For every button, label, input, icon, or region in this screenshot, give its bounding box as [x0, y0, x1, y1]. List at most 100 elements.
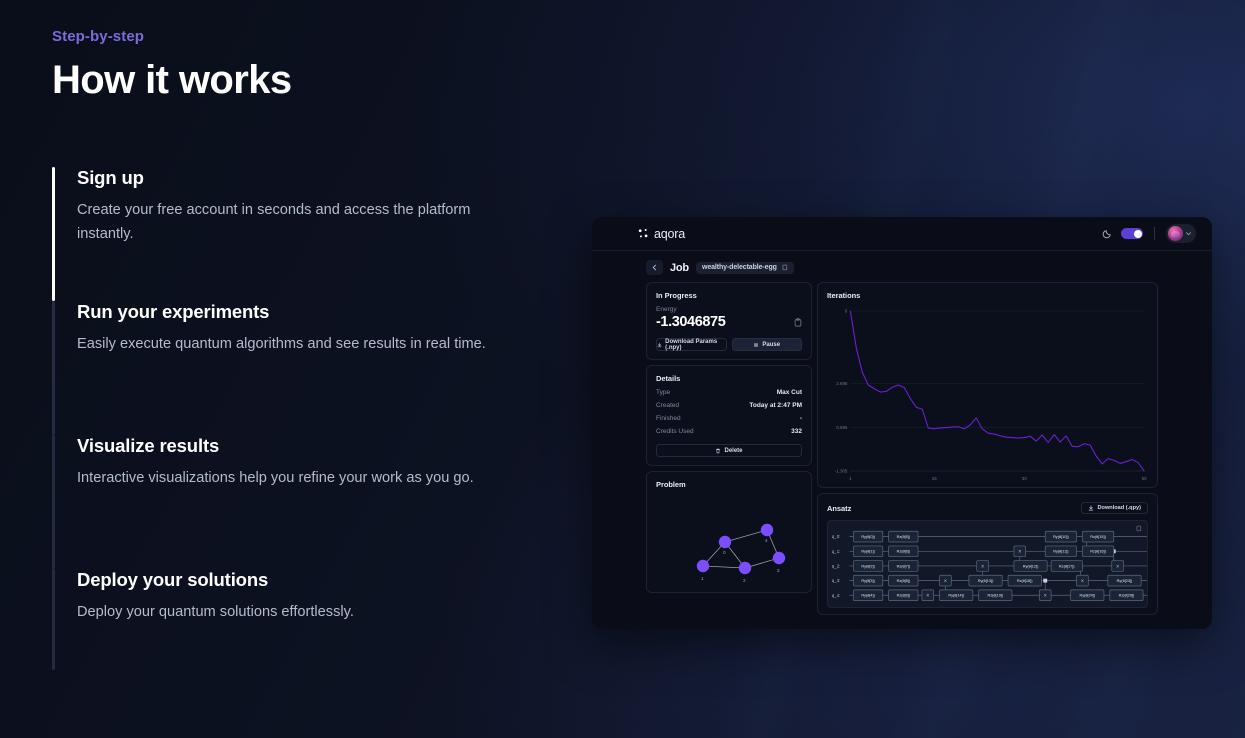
- detail-key: Finished: [656, 415, 681, 422]
- right-column: Iterations 6 2.695 0.695 -1.305 1 15 30 50 Ansa…: [817, 282, 1158, 620]
- aqora-logo-icon: [638, 229, 648, 238]
- download-icon: [657, 342, 662, 347]
- step-rail: [52, 301, 55, 435]
- svg-text:Ry(θ[1]): Ry(θ[1]): [861, 550, 875, 554]
- copy-icon[interactable]: [782, 264, 788, 271]
- left-column: In Progress Energy -1.3046875 Download P…: [646, 282, 812, 620]
- job-id-pill[interactable]: wealthy-delectable-egg: [695, 261, 794, 274]
- step-rail: [52, 435, 55, 569]
- svg-text:Rz(θ[16]): Rz(θ[16]): [1090, 550, 1106, 554]
- svg-text:Rz(θ[17]): Rz(θ[17]): [1059, 564, 1075, 568]
- detail-row: Credits Used 332: [656, 428, 802, 435]
- svg-text:Ry(θ[0]): Ry(θ[0]): [861, 535, 875, 539]
- ansatz-header: Ansatz Download (.qpy): [827, 502, 1148, 514]
- svg-text:Ry(θ[3]): Ry(θ[3]): [861, 579, 875, 583]
- svg-text:q_0:: q_0:: [832, 534, 840, 539]
- download-qpy-button[interactable]: Download (.qpy): [1081, 502, 1148, 514]
- svg-text:Ry(θ[23]): Ry(θ[23]): [1117, 579, 1133, 583]
- energy-row: -1.3046875: [656, 314, 802, 330]
- steps-list: Sign up Create your free account in seco…: [52, 167, 522, 670]
- step-item-sign-up[interactable]: Sign up Create your free account in seco…: [52, 167, 522, 301]
- section-eyebrow: Step-by-step: [52, 28, 145, 45]
- graph-node-label-3: 3: [777, 568, 780, 573]
- svg-text:X: X: [1019, 550, 1022, 554]
- ansatz-card: Ansatz Download (.qpy) q_0: q_1: q_2: q_3: q…: [817, 493, 1158, 615]
- delete-label: Delete: [724, 447, 743, 454]
- in-progress-title: In Progress: [656, 291, 697, 300]
- theme-toggle[interactable]: [1121, 228, 1143, 239]
- svg-text:X: X: [944, 579, 947, 583]
- svg-text:Rz(θ[5]): Rz(θ[5]): [897, 535, 911, 539]
- detail-key: Credits Used: [656, 428, 694, 435]
- energy-label: Energy: [656, 306, 677, 313]
- breadcrumb-label: Job: [670, 261, 689, 274]
- svg-text:Rz(θ[9]): Rz(θ[9]): [897, 594, 911, 598]
- iterations-chart[interactable]: 6 2.695 0.695 -1.305 1 15 30 50: [827, 305, 1148, 487]
- arrow-left-icon: [652, 264, 656, 271]
- chevron-down-icon: [1185, 232, 1192, 236]
- svg-text:Ry(θ[13]): Ry(θ[13]): [978, 579, 994, 583]
- svg-text:Rz(θ[29]): Rz(θ[29]): [1119, 594, 1135, 598]
- iterations-title: Iterations: [827, 291, 861, 300]
- svg-text:q_1:: q_1:: [832, 549, 840, 554]
- graph-node-4: [760, 523, 774, 537]
- svg-text:1: 1: [849, 476, 852, 481]
- back-button[interactable]: [646, 260, 663, 275]
- graph-node-0: [718, 535, 732, 549]
- step-title: Sign up: [77, 167, 144, 188]
- svg-text:0.695: 0.695: [836, 425, 848, 430]
- in-progress-card: In Progress Energy -1.3046875 Download P…: [646, 282, 812, 360]
- pause-label: Pause: [762, 341, 781, 348]
- step-title: Run your experiments: [77, 301, 270, 322]
- svg-text:Rz(θ[6]): Rz(θ[6]): [897, 550, 911, 554]
- graph-node-label-0: 0: [723, 550, 726, 555]
- copy-icon[interactable]: [1136, 525, 1142, 532]
- pause-button[interactable]: Pause: [731, 338, 802, 351]
- step-item-visualize-results[interactable]: Visualize results Interactive visualizat…: [52, 435, 522, 569]
- avatar: [1168, 226, 1183, 241]
- svg-text:Ry(θ[12]): Ry(θ[12]): [1023, 564, 1039, 568]
- step-item-run-your-experiments[interactable]: Run your experiments Easily execute quan…: [52, 301, 522, 435]
- svg-text:Rz(θ[18]): Rz(θ[18]): [1017, 579, 1033, 583]
- download-params-button[interactable]: Download Params (.npy): [656, 338, 727, 351]
- graph-node-2: [738, 561, 752, 575]
- moon-icon: [1102, 230, 1111, 239]
- problem-title: Problem: [656, 480, 686, 489]
- graph-node-label-4: 4: [765, 538, 768, 543]
- svg-text:X: X: [1044, 594, 1047, 598]
- step-item-deploy-your-solutions[interactable]: Deploy your solutions Deploy your quantu…: [52, 569, 522, 670]
- app-screenshot-panel: aqora Job wealthy-delectable-egg In Prog…: [592, 217, 1212, 629]
- step-description: Interactive visualizations help you refi…: [77, 470, 474, 487]
- in-progress-actions: Download Params (.npy) Pause: [656, 338, 802, 351]
- detail-row: Type Max Cut: [656, 389, 802, 396]
- details-title: Details: [656, 374, 681, 383]
- graph-node-1: [696, 559, 710, 573]
- svg-text:Ry(θ[10]): Ry(θ[10]): [1053, 535, 1069, 539]
- ansatz-title: Ansatz: [827, 503, 852, 513]
- delete-button[interactable]: Delete: [656, 444, 802, 457]
- problem-graph[interactable]: 0 1 2 3 4: [689, 514, 794, 586]
- svg-text:Ry(θ[14]): Ry(θ[14]): [948, 594, 964, 598]
- user-menu[interactable]: [1166, 224, 1196, 243]
- step-description: Create your free account in seconds and …: [77, 202, 471, 242]
- svg-text:Rz(θ[7]): Rz(θ[7]): [897, 564, 911, 568]
- svg-text:Rz(θ[15]): Rz(θ[15]): [1090, 535, 1106, 539]
- graph-node-label-1: 1: [701, 576, 704, 581]
- app-brand[interactable]: aqora: [638, 227, 685, 241]
- graph-node-label-2: 2: [743, 578, 746, 583]
- svg-text:X: X: [981, 564, 984, 568]
- detail-value: 332: [791, 428, 802, 435]
- step-description: Deploy your quantum solutions effortless…: [77, 604, 354, 621]
- circuit-diagram[interactable]: q_0: q_1: q_2: q_3: q_4: Ry(θ[0]) Rz(θ[5]) Ry(θ…: [827, 520, 1148, 608]
- svg-text:Ry(θ[11]): Ry(θ[11]): [1053, 550, 1069, 554]
- download-qpy-label: Download (.qpy): [1097, 505, 1141, 511]
- svg-text:2.695: 2.695: [836, 381, 848, 386]
- svg-text:q_4:: q_4:: [832, 593, 840, 598]
- app-topbar: aqora: [592, 217, 1212, 251]
- detail-value: Max Cut: [776, 389, 802, 396]
- svg-text:X: X: [1116, 564, 1119, 568]
- svg-text:6: 6: [845, 309, 848, 314]
- clipboard-icon[interactable]: [794, 317, 802, 327]
- trash-icon: [716, 448, 721, 453]
- detail-value: Today at 2:47 PM: [749, 402, 802, 409]
